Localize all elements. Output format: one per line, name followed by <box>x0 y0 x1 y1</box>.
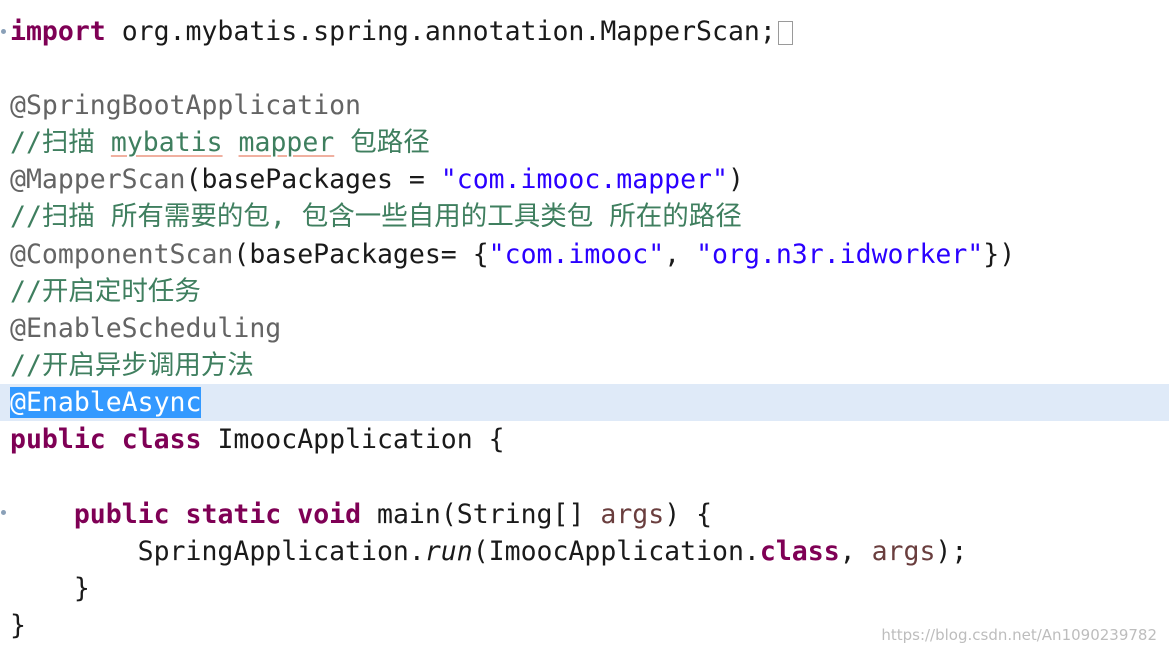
import-path: org.mybatis.spring.annotation.MapperScan… <box>105 16 776 47</box>
componentscan-args: (basePackages= { <box>233 239 489 270</box>
parameter-args-usage: args <box>871 536 936 567</box>
comment-scan-packages: //扫描 所有需要的包, 包含一些自用的工具类包 所在的路径 <box>10 201 742 232</box>
code-line-comment-scan[interactable]: //扫描 所有需要的包, 包含一些自用的工具类包 所在的路径 <box>0 198 1169 235</box>
class-close-brace: } <box>10 610 26 641</box>
string-mapper-package: "com.imooc.mapper" <box>440 164 728 195</box>
comment-word-mybatis: mybatis <box>110 127 223 158</box>
comment-prefix: //扫描 <box>10 127 111 158</box>
componentscan-separator: , <box>664 239 697 270</box>
run-args-separator: , <box>839 536 872 567</box>
mapperscan-args: (basePackages = <box>185 164 441 195</box>
code-line-method-close[interactable]: } <box>0 570 1169 607</box>
comment-enable-scheduling: //开启定时任务 <box>10 276 201 307</box>
keyword-import: import <box>10 16 106 47</box>
annotation-springbootapplication: @SpringBootApplication <box>10 90 361 121</box>
keyword-class: class <box>121 424 202 455</box>
code-line-mapperscan[interactable]: @MapperScan(basePackages = "com.imooc.ma… <box>0 161 1169 198</box>
keyword-void: void <box>297 499 362 530</box>
comment-suffix: 包路径 <box>334 127 430 158</box>
keyword-class: class <box>759 536 840 567</box>
code-line-springboot-annotation[interactable]: @SpringBootApplication <box>0 87 1169 124</box>
main-open-brace: ) { <box>664 499 713 530</box>
code-line-comment-mapper[interactable]: //扫描 mybatis mapper 包路径 <box>0 124 1169 161</box>
class-name: ImoocApplication { <box>201 424 505 455</box>
blog-watermark: https://blog.csdn.net/An1090239782 <box>881 626 1157 644</box>
parameter-args: args <box>600 499 665 530</box>
string-idworker-package: "org.n3r.idworker" <box>696 239 984 270</box>
annotation-componentscan: @ComponentScan <box>10 239 234 270</box>
code-line-enablescheduling[interactable]: @EnableScheduling <box>0 310 1169 347</box>
code-editor[interactable]: import org.mybatis.spring.annotation.Map… <box>0 0 1169 656</box>
keyword-public: public <box>73 499 170 530</box>
method-run: run <box>424 536 473 567</box>
mapperscan-close: ) <box>727 164 744 195</box>
code-line-main-method[interactable]: public static void main(String[] args) { <box>0 496 1169 533</box>
comment-space <box>223 127 239 158</box>
componentscan-close: }) <box>983 239 1016 270</box>
code-line-import[interactable]: import org.mybatis.spring.annotation.Map… <box>0 13 1169 50</box>
keyword-static: static <box>185 499 282 530</box>
comment-enable-async: //开启异步调用方法 <box>10 350 254 381</box>
method-close-brace: } <box>10 573 90 604</box>
annotation-enableasync-selected[interactable]: @EnableAsync <box>10 387 202 418</box>
keyword-public: public <box>10 424 106 455</box>
comment-word-mapper: mapper <box>238 127 335 158</box>
spring-application-ref: SpringApplication. <box>137 536 425 567</box>
run-args-start: (ImoocApplication. <box>472 536 760 567</box>
code-line-run-call[interactable]: SpringApplication.run(ImoocApplication.c… <box>0 533 1169 570</box>
string-imooc-package: "com.imooc" <box>488 239 665 270</box>
run-args-end: ); <box>935 536 968 567</box>
code-line-comment-async[interactable]: //开启异步调用方法 <box>0 347 1169 384</box>
code-line-enableasync[interactable]: @EnableAsync <box>0 384 1169 421</box>
code-line-componentscan[interactable]: @ComponentScan(basePackages= {"com.imooc… <box>0 236 1169 273</box>
main-signature: main(String[] <box>361 499 601 530</box>
annotation-enablescheduling: @EnableScheduling <box>10 313 282 344</box>
annotation-mapperscan: @MapperScan <box>10 164 186 195</box>
text-cursor-box-icon <box>777 20 793 45</box>
code-line-class-declaration[interactable]: public class ImoocApplication { <box>0 421 1169 458</box>
code-line-comment-scheduling[interactable]: //开启定时任务 <box>0 273 1169 310</box>
